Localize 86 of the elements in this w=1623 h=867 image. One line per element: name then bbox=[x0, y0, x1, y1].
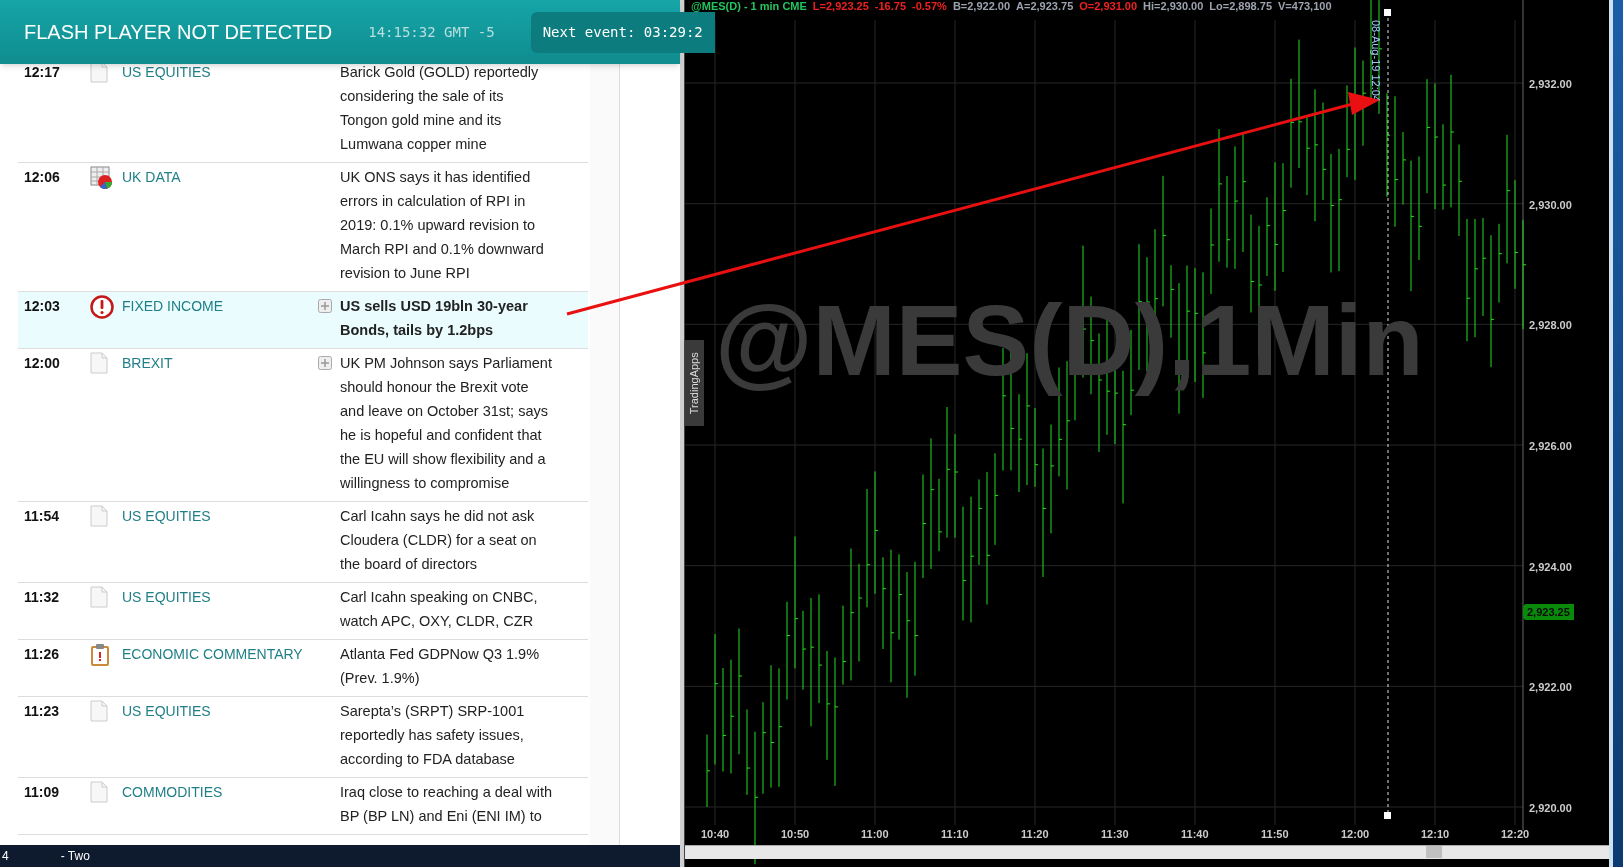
document-icon bbox=[90, 700, 108, 722]
quote-field: @MES(D) - 1 min CME bbox=[691, 0, 807, 12]
news-time: 11:32 bbox=[23, 588, 61, 607]
time-axis-label: 10:40 bbox=[701, 827, 730, 842]
time-axis-label: 11:30 bbox=[1101, 827, 1129, 842]
scrollbar[interactable] bbox=[685, 845, 1609, 859]
price-tag: 2,923.25 bbox=[1523, 603, 1574, 621]
side-tab[interactable]: TradingApps bbox=[685, 340, 704, 426]
news-time: 12:03 bbox=[23, 297, 61, 316]
news-time: 12:17 bbox=[23, 64, 61, 82]
time-axis-label: 11:00 bbox=[861, 827, 889, 842]
quote-field: O=2,931.00 bbox=[1079, 0, 1138, 12]
news-time: 12:06 bbox=[23, 168, 61, 187]
news-category[interactable]: COMMODITIES bbox=[122, 780, 318, 804]
quote-field: B=2,922.00 bbox=[952, 0, 1011, 12]
news-time: 11:26 bbox=[23, 645, 61, 664]
cursor-handle[interactable] bbox=[1384, 9, 1391, 16]
time-axis-label: 12:10 bbox=[1421, 827, 1450, 842]
scrollbar-thumb[interactable] bbox=[1426, 846, 1442, 858]
clock-text: 14:15:32 GMT -5 bbox=[368, 22, 495, 42]
quote-field: V=473,100 bbox=[1278, 0, 1332, 12]
expand-icon[interactable] bbox=[318, 356, 332, 370]
news-row[interactable]: 12:00 BREXIT UK PM Johnson says Parliament should honour the Brexit vote and leave on October 31st; says he is hopeful and confident that the EU will show flexibility and a willingness to compromise bbox=[18, 349, 588, 502]
quote-field: -0.57% bbox=[912, 0, 947, 12]
news-headline[interactable]: US sells USD 19bln 30-year Bonds, tails by 1.2bps bbox=[340, 294, 554, 342]
news-row[interactable]: 11:32 US EQUITIES Carl Icahn speaking on CNBC, watch APC, OXY, CLDR, CZR bbox=[18, 583, 588, 640]
news-headline[interactable]: UK ONS says it has identified errors in calculation of RPI in 2019: 0.1% upward revision to March RPI and 0.1% downward revision to June RPI bbox=[340, 165, 554, 285]
price-axis-label: 2,930.00 bbox=[1529, 197, 1572, 213]
news-headline[interactable]: Barick Gold (GOLD) reportedly considering the sale of its Tongon gold mine and its Lumwana copper mine bbox=[340, 64, 554, 156]
time-axis-label: 11:50 bbox=[1261, 827, 1289, 842]
price-axis-label: 2,926.00 bbox=[1529, 439, 1572, 454]
time-axis-label: 12:00 bbox=[1341, 827, 1370, 842]
next-event-badge: Next event: 03:29:2 bbox=[530, 11, 715, 53]
news-time: 12:00 bbox=[23, 354, 61, 373]
quote-field: Lo=2,898.75 bbox=[1209, 0, 1272, 12]
price-axis-label: 2,920.00 bbox=[1529, 801, 1572, 816]
quote-field: A=2,923.75 bbox=[1016, 0, 1074, 12]
news-headline[interactable]: Sarepta’s (SRPT) SRP-1001 reportedly has safety issues, according to FDA database bbox=[340, 699, 554, 771]
news-row[interactable]: 12:03 FIXED INCOME US sells USD 19bln 30-year Bonds, tails by 1.2bps bbox=[18, 292, 588, 349]
document-icon bbox=[90, 505, 108, 527]
clipboard-icon bbox=[90, 643, 110, 667]
news-category[interactable]: US EQUITIES bbox=[122, 64, 318, 84]
news-category[interactable]: US EQUITIES bbox=[122, 585, 318, 609]
quote-field: L=2,923.25 bbox=[812, 0, 869, 12]
expand-icon[interactable] bbox=[318, 299, 332, 313]
news-headline[interactable]: Carl Icahn speaking on CNBC, watch APC, OXY, CLDR, CZR bbox=[340, 585, 554, 633]
taskbar-item[interactable]: 4 bbox=[2, 847, 9, 865]
alert-icon bbox=[90, 295, 114, 319]
time-axis-label: 11:10 bbox=[941, 827, 969, 842]
news-row[interactable]: 11:23 US EQUITIES Sarepta’s (SRPT) SRP-1001 reportedly has safety issues, according to FDA database bbox=[18, 697, 588, 778]
quote-field: -16.75 bbox=[874, 0, 906, 12]
news-category[interactable]: UK DATA bbox=[122, 165, 318, 189]
price-axis-label: 2,924.00 bbox=[1529, 559, 1572, 575]
cursor-handle[interactable] bbox=[1384, 812, 1391, 819]
time-axis-label: 11:20 bbox=[1021, 827, 1049, 842]
document-icon bbox=[90, 586, 108, 608]
document-icon bbox=[90, 781, 108, 803]
price-axis-label: 2,928.00 bbox=[1529, 318, 1572, 334]
news-category[interactable]: US EQUITIES bbox=[122, 504, 318, 528]
news-headline[interactable]: UK PM Johnson says Parliament should honour the Brexit vote and leave on October 31st; says he is hopeful and confident that the EU will show flexibility and a willingness to compromise bbox=[340, 351, 554, 495]
cursor-date-label: 08-Aug-19 12:04 bbox=[1369, 20, 1383, 102]
price-axis-label: 2,932.00 bbox=[1529, 77, 1572, 92]
news-row[interactable]: 12:06 UK DATA UK ONS says it has identified errors in calculation of RPI in 2019: 0.1% upward revision to March RPI and 0.1% downward revision to June RPI bbox=[18, 163, 588, 292]
document-icon bbox=[90, 352, 108, 374]
news-headline[interactable]: Iraq close to reaching a deal with BP (BP LN) and Eni (ENI IM) to bbox=[340, 780, 554, 828]
time-axis-label: 11:40 bbox=[1181, 827, 1209, 842]
news-category[interactable]: BREXIT bbox=[122, 351, 318, 375]
time-axis-label: 12:20 bbox=[1501, 827, 1530, 842]
spreadsheet-chart-icon bbox=[90, 166, 114, 190]
document-icon bbox=[90, 64, 108, 83]
news-category[interactable]: ECONOMIC COMMENTARY bbox=[122, 642, 318, 666]
price-axis-label: 2,922.00 bbox=[1529, 680, 1572, 696]
news-time: 11:54 bbox=[23, 507, 61, 526]
news-headline[interactable]: Carl Icahn says he did not ask Cloudera (CLDR) for a seat on the board of directors bbox=[340, 504, 554, 576]
news-time: 11:23 bbox=[23, 702, 61, 721]
news-category[interactable]: FIXED INCOME bbox=[122, 294, 318, 318]
header-title: FLASH PLAYER NOT DETECTED bbox=[24, 20, 333, 45]
quote-field: Hi=2,930.00 bbox=[1143, 0, 1204, 12]
news-category[interactable]: US EQUITIES bbox=[122, 699, 318, 723]
news-row[interactable]: 11:54 US EQUITIES Carl Icahn says he did not ask Cloudera (CLDR) for a seat on the board of directors bbox=[18, 502, 588, 583]
news-row[interactable]: 12:17 US EQUITIES Barick Gold (GOLD) reportedly considering the sale of its Tongon gold mine and its Lumwana copper mine bbox=[18, 64, 588, 163]
news-row[interactable]: 11:09 COMMODITIES Iraq close to reaching a deal with BP (BP LN) and Eni (ENI IM) to bbox=[18, 778, 588, 835]
time-axis-label: 10:50 bbox=[781, 827, 810, 842]
news-time: 11:09 bbox=[23, 783, 61, 802]
taskbar-item[interactable]: - Two bbox=[60, 847, 90, 865]
news-headline[interactable]: Atlanta Fed GDPNow Q3 1.9% (Prev. 1.9%) bbox=[340, 642, 554, 690]
